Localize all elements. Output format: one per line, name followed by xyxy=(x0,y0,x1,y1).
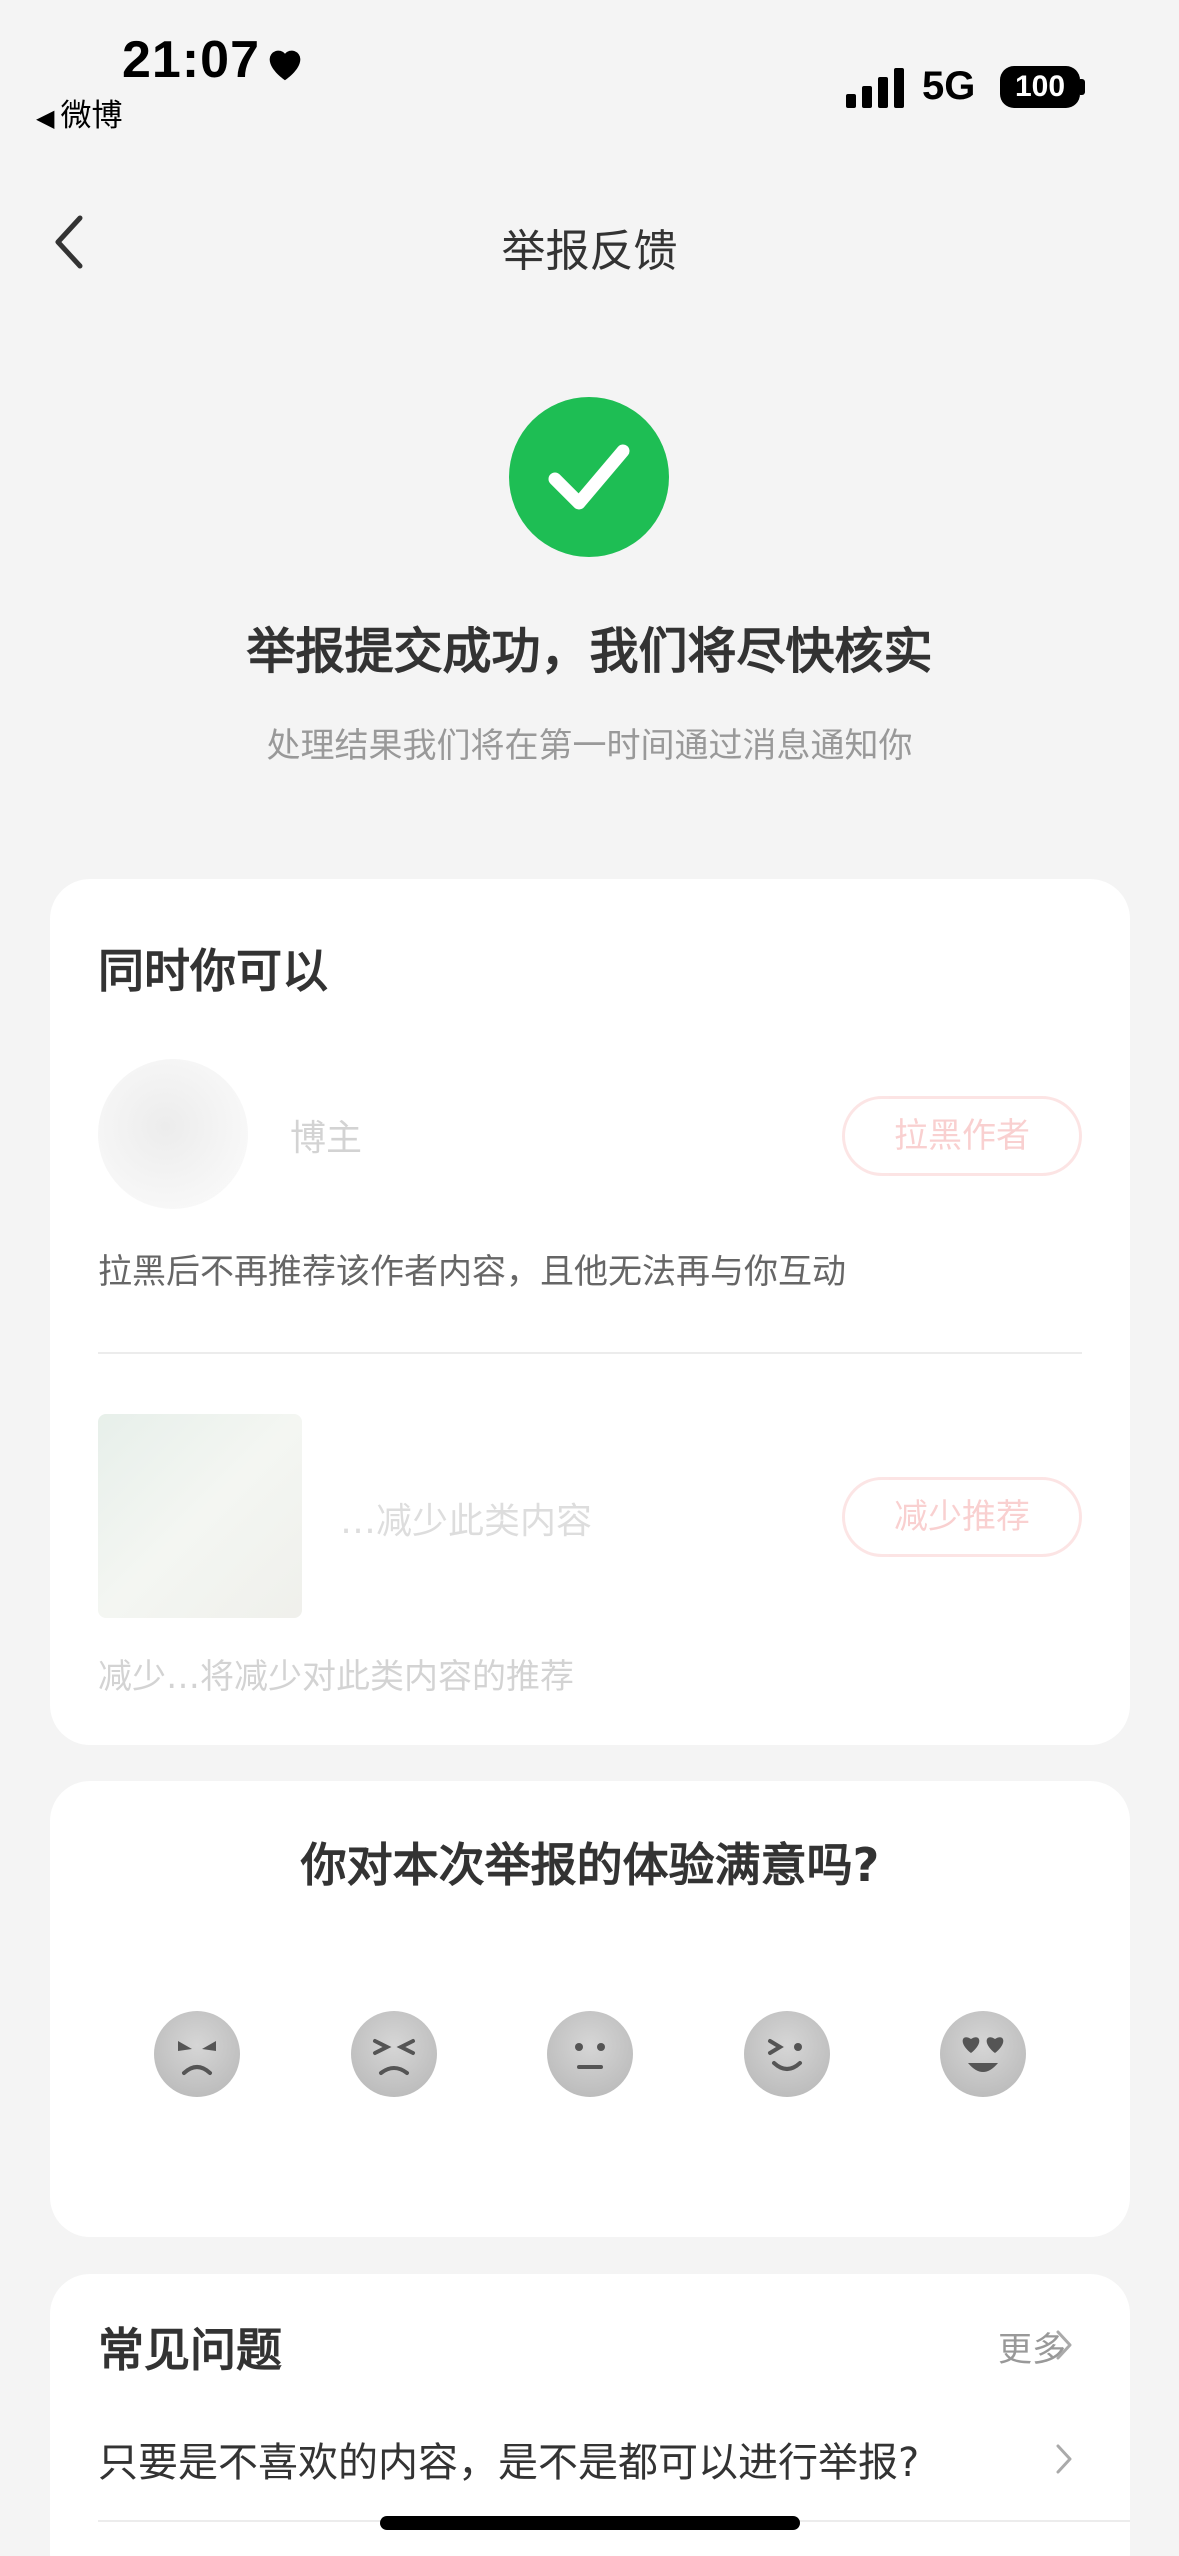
content-thumbnail xyxy=(98,1414,302,1618)
chevron-right-icon[interactable] xyxy=(1054,2328,1074,2362)
reduce-description: 减少…将减少对此类内容的推荐 xyxy=(98,1657,574,1697)
survey-card: 你对本次举报的体验满意吗? xyxy=(50,1781,1130,2237)
back-triangle-icon: ◀ xyxy=(36,104,55,132)
neutral-icon[interactable] xyxy=(547,2011,633,2097)
network-type: 5G xyxy=(922,64,976,108)
back-app-label: 微博 xyxy=(60,98,123,134)
success-check-icon xyxy=(509,397,669,557)
avatar xyxy=(98,1059,248,1209)
chevron-right-icon[interactable] xyxy=(1054,2442,1074,2476)
faq-card: 常见问题 更多 只要是不喜欢的内容，是不是都可以进行举报? xyxy=(50,2274,1130,2556)
block-author-button[interactable]: 拉黑作者 xyxy=(842,1096,1082,1176)
block-description: 拉黑后不再推荐该作者内容，且他无法再与你互动 xyxy=(98,1252,846,1292)
back-to-app-link[interactable]: ◀ 微博 xyxy=(36,90,122,135)
page-title: 举报反馈 xyxy=(501,226,678,277)
divider xyxy=(98,1352,1082,1354)
battery-cap xyxy=(1080,79,1085,95)
faq-item[interactable]: 只要是不喜欢的内容，是不是都可以进行举报? xyxy=(98,2430,919,2488)
success-subtitle: 处理结果我们将在第一时间通过消息通知你 xyxy=(266,726,913,766)
satisfied-icon[interactable] xyxy=(744,2011,830,2097)
actions-heading: 同时你可以 xyxy=(98,944,328,998)
heart-icon xyxy=(269,50,301,81)
very-unsatisfied-icon[interactable] xyxy=(154,2011,240,2097)
survey-question: 你对本次举报的体验满意吗? xyxy=(300,1838,880,1892)
home-indicator[interactable] xyxy=(380,2516,800,2530)
author-name: 博主 xyxy=(290,1118,363,1159)
cellular-signal-icon xyxy=(846,68,904,108)
content-topic: …减少此类内容 xyxy=(340,1501,593,1542)
success-title: 举报提交成功，我们将尽快核实 xyxy=(246,623,933,680)
status-time: 21:07 xyxy=(122,31,260,89)
battery-indicator: 100 xyxy=(1000,66,1080,108)
faq-title: 常见问题 xyxy=(98,2323,282,2377)
very-satisfied-icon[interactable] xyxy=(940,2011,1026,2097)
unsatisfied-icon[interactable] xyxy=(351,2011,437,2097)
reduce-recommend-button[interactable]: 减少推荐 xyxy=(842,1477,1082,1557)
actions-card: 同时你可以 博主 拉黑作者 拉黑后不再推荐该作者内容，且他无法再与你互动 …减少… xyxy=(50,879,1130,1745)
